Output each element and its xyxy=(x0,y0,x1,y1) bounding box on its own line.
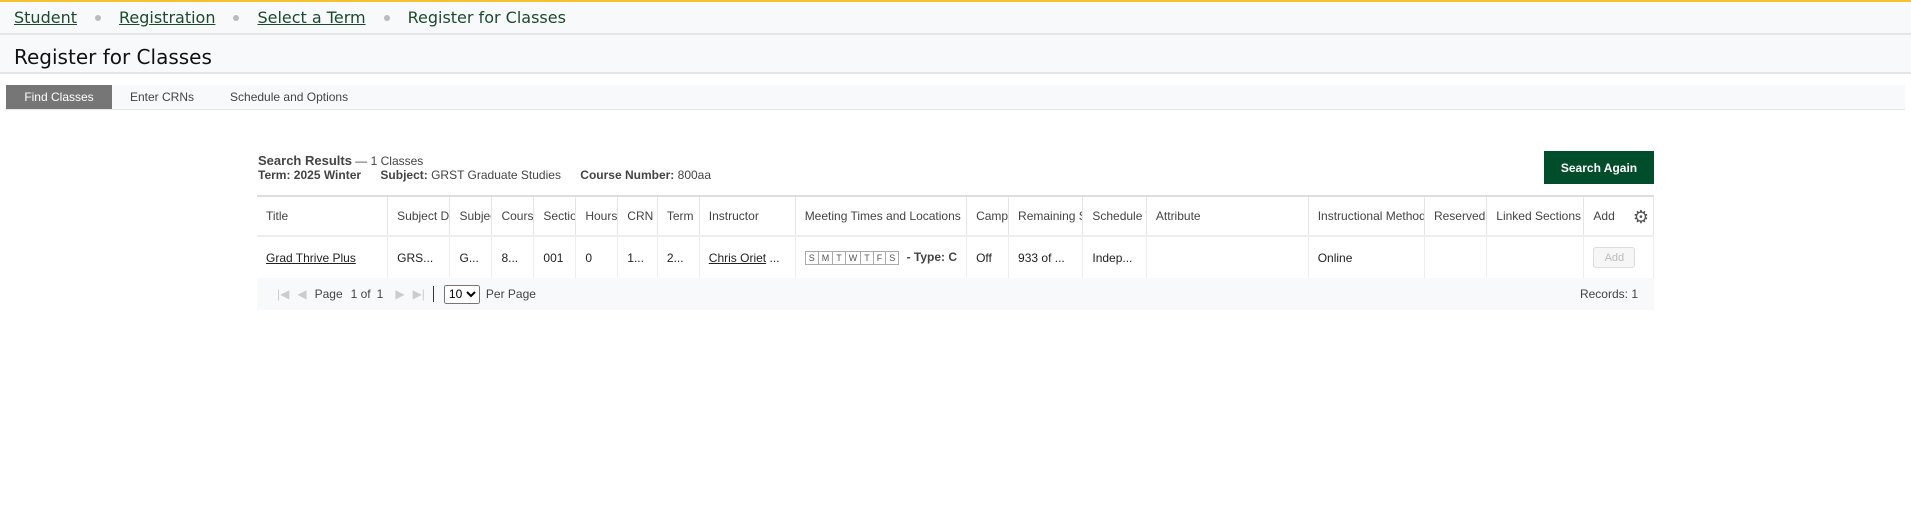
separator-dot xyxy=(94,14,101,21)
column-header[interactable]: Subject Description xyxy=(387,195,451,237)
last-page-icon[interactable]: ▶| xyxy=(413,287,425,301)
page-label: Page xyxy=(314,287,343,301)
day-box: S xyxy=(889,253,896,263)
breadcrumb-registration[interactable]: Registration xyxy=(119,8,215,27)
cell-term: 2... xyxy=(657,236,700,278)
per-page-label: Per Page xyxy=(485,287,536,301)
instructor-link[interactable]: Chris Oriet xyxy=(709,251,766,265)
day-box: T xyxy=(833,252,846,264)
day-box: W xyxy=(846,252,862,264)
per-page-select[interactable]: 10 xyxy=(443,284,480,304)
column-header[interactable]: Remaining Seats xyxy=(1008,195,1084,237)
gear-icon[interactable]: ⚙ xyxy=(1633,207,1649,228)
breadcrumb-select-term[interactable]: Select a Term xyxy=(257,8,365,27)
column-header[interactable]: Term xyxy=(657,195,700,237)
column-header[interactable]: Instructional Method xyxy=(1308,195,1425,237)
cell-subject: G... xyxy=(449,236,493,278)
cell-hours: 0 xyxy=(575,236,619,278)
tab-bar: Find Classes Enter CRNs Schedule and Opt… xyxy=(6,85,1905,110)
heading-text: Search Results xyxy=(258,153,352,168)
results-count: — 1 Classes xyxy=(355,154,424,168)
day-box: F xyxy=(874,252,887,264)
search-results-heading: Search Results — 1 Classes xyxy=(258,153,423,168)
column-header[interactable]: Meeting Times and Locations xyxy=(795,195,968,237)
course-value: 800aa xyxy=(677,168,712,182)
column-header[interactable]: Campus xyxy=(966,195,1010,237)
column-header[interactable]: Attribute xyxy=(1146,195,1309,237)
term-label: Term: xyxy=(258,168,291,182)
separator-dot xyxy=(383,14,390,21)
title-link[interactable]: Grad Thrive Plus xyxy=(266,251,356,265)
column-header[interactable]: Instructor xyxy=(699,195,796,237)
search-again-button[interactable]: Search Again xyxy=(1544,151,1654,184)
search-criteria: Term: 2025 Winter Subject: GRST Graduate… xyxy=(258,168,711,182)
divider xyxy=(432,286,434,302)
table-row: Grad Thrive Plus GRS... G... 8... 001 0 … xyxy=(257,236,1654,278)
cell-seats: 933 of ... xyxy=(1008,236,1084,278)
column-header[interactable]: Linked Sections xyxy=(1486,195,1585,237)
day-box: T xyxy=(861,252,874,264)
tab-enter-crns[interactable]: Enter CRNs xyxy=(112,85,212,109)
column-header[interactable]: Hours xyxy=(575,195,619,237)
subject-value: GRST Graduate Studies xyxy=(431,168,561,182)
cell-meeting: SMTWTFS - Type: C xyxy=(795,236,968,278)
column-header[interactable]: Schedule Type xyxy=(1082,195,1147,237)
breadcrumb-current: Register for Classes xyxy=(407,8,566,27)
meeting-days: SMTWTFS xyxy=(804,251,900,265)
course-label: Course Number: xyxy=(580,168,675,182)
page-number[interactable]: 1 of xyxy=(351,287,371,301)
meeting-type: - Type: C xyxy=(906,250,958,264)
cell-section: 001 xyxy=(533,236,577,278)
add-button[interactable]: Add xyxy=(1593,247,1636,268)
column-header[interactable]: Section xyxy=(533,195,577,237)
tab-schedule-options[interactable]: Schedule and Options xyxy=(212,85,366,109)
cell-crn: 1... xyxy=(617,236,658,278)
next-page-icon[interactable]: ▶ xyxy=(395,287,404,301)
pagination: |◀ ◀ Page 1 of 1 ▶ ▶| 10 Per Page Records: … xyxy=(257,278,1654,310)
column-header[interactable]: Title xyxy=(257,195,389,237)
instructor-more: ... xyxy=(769,250,780,265)
cell-method: Online xyxy=(1308,236,1425,278)
breadcrumb-student[interactable]: Student xyxy=(14,8,77,27)
cell-schedule: Indep... xyxy=(1082,236,1147,278)
day-box: M xyxy=(819,252,834,264)
page-total: 1 xyxy=(376,287,384,301)
term-value: 2025 Winter xyxy=(293,168,362,182)
cell-course: 8... xyxy=(491,236,535,278)
cell-subject-desc: GRS... xyxy=(387,236,451,278)
column-header[interactable]: Add ⚙ xyxy=(1583,195,1654,237)
records-count: Records: 1 xyxy=(1579,287,1638,301)
cell-reserved xyxy=(1424,236,1488,278)
separator-dot xyxy=(233,14,240,21)
subject-label: Subject: xyxy=(380,168,428,182)
cell-campus: Off xyxy=(966,236,1010,278)
page-title: Register for Classes xyxy=(0,35,1911,74)
cell-attribute xyxy=(1146,236,1309,278)
column-header[interactable]: Course Number xyxy=(491,195,535,237)
column-header[interactable]: CRN xyxy=(617,195,658,237)
cell-linked xyxy=(1486,236,1585,278)
column-header[interactable]: Reserved xyxy=(1424,195,1488,237)
breadcrumb: Student Registration Select a Term Regis… xyxy=(0,2,1911,35)
column-header[interactable]: Subject xyxy=(449,195,493,237)
results-table: TitleSubject DescriptionSubjectCourse Nu… xyxy=(257,195,1654,278)
first-page-icon[interactable]: |◀ xyxy=(277,287,289,301)
prev-page-icon[interactable]: ◀ xyxy=(297,287,306,301)
day-box: S xyxy=(806,252,819,264)
tab-find-classes[interactable]: Find Classes xyxy=(6,85,112,109)
